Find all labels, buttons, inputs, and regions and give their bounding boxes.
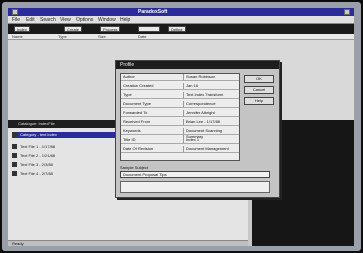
field-label: Title ID: [123, 137, 136, 142]
cancel-button[interactable]: Cancel: [244, 86, 274, 94]
field-value[interactable]: Correspondence: [183, 101, 216, 107]
field-label: Type: [123, 92, 132, 97]
list-item-name: Category - text index: [20, 132, 57, 137]
document-icon: [12, 162, 17, 168]
table-row[interactable]: Type Text Index Transform: [121, 92, 239, 99]
dialog-title-bar[interactable]: Profile: [116, 61, 279, 69]
table-row[interactable]: Title ID Index 1: [121, 137, 239, 144]
app-title: ParadoxSoft: [138, 9, 168, 15]
table-row[interactable]: Creation Created Jan 16: [121, 83, 239, 90]
column-type[interactable]: Type: [58, 34, 67, 39]
document-icon: [12, 144, 17, 150]
field-value[interactable]: Index 1: [183, 137, 199, 143]
menu-view[interactable]: View: [60, 17, 71, 23]
toolbar-create-button[interactable]: Create: [64, 26, 83, 32]
table-row[interactable]: Author Susan Robinson: [121, 74, 239, 81]
toolbar-index-button[interactable]: Index: [14, 26, 30, 32]
pane-header: Name Type Size Date: [8, 34, 354, 40]
field-label: Creation Created: [123, 83, 154, 88]
field-value[interactable]: Document Management: [183, 146, 229, 152]
field-label: Author: [123, 74, 135, 79]
field-value[interactable]: Jennifer Albright: [183, 110, 215, 116]
menu-edit[interactable]: Edit: [26, 17, 35, 23]
subject-label: Sample Subject: [120, 165, 149, 170]
list-item-name: Text File 4 - 2/7/88: [20, 171, 53, 176]
notes-textarea[interactable]: [120, 181, 270, 193]
table-row[interactable]: Received From Brian Lee - 1/17/88: [121, 119, 239, 126]
system-menu-icon[interactable]: [12, 9, 18, 15]
toolbar-blank-button[interactable]: [138, 26, 160, 32]
field-label: Document Type: [123, 101, 151, 106]
catalogue-title: Catalogue: IndexFile: [18, 121, 55, 126]
column-size[interactable]: Size: [98, 34, 106, 39]
table-row[interactable]: Keywords Document Scanning Summary: [121, 128, 239, 140]
list-item[interactable]: Category - text index: [12, 132, 132, 138]
menu-search[interactable]: Search: [40, 17, 56, 23]
table-row[interactable]: Forwarded To Jennifer Albright: [121, 110, 239, 117]
field-label: Date Of Revision: [123, 146, 154, 151]
field-label: Keywords: [123, 128, 141, 133]
toolbar: Index Create Process Define: [8, 24, 354, 34]
list-item-name: Text File 2 - 1/21/88: [20, 153, 56, 158]
list-item-name: Text File 1 - 1/17/88: [20, 144, 56, 149]
dialog-title: Profile: [120, 62, 135, 68]
help-button[interactable]: Help: [244, 97, 274, 105]
document-icon: [12, 171, 17, 177]
list-item[interactable]: Text File 4 - 2/7/88: [12, 171, 53, 177]
list-item[interactable]: Text File 3 - 2/3/88: [12, 162, 53, 168]
toolbar-define-button[interactable]: Define: [168, 26, 186, 32]
field-label: Forwarded To: [123, 110, 148, 115]
menu-help[interactable]: Help: [120, 17, 130, 23]
list-item-name: Text File 3 - 2/3/88: [20, 162, 53, 167]
column-date[interactable]: Date: [138, 34, 146, 39]
list-item[interactable]: Text File 1 - 1/17/88: [12, 144, 55, 150]
subject-input[interactable]: Document Proposal Tips: [120, 171, 270, 178]
profile-dialog: Profile Author Susan Robinson Creation Cr…: [115, 60, 280, 198]
list-item[interactable]: Text File 2 - 1/21/88: [12, 153, 55, 159]
menu-file[interactable]: File: [12, 17, 20, 23]
field-label: Received From: [123, 119, 151, 124]
document-icon: [12, 153, 17, 159]
menu-options[interactable]: Options: [76, 17, 93, 23]
profile-fields-table: Author Susan Robinson Creation Created Jan…: [120, 73, 240, 161]
status-bar: Ready: [8, 240, 248, 246]
table-row[interactable]: Date Of Revision Document Management: [121, 146, 239, 153]
maximize-icon[interactable]: [344, 9, 350, 15]
field-value[interactable]: Brian Lee - 1/17/88: [183, 119, 220, 125]
ok-button[interactable]: OK: [244, 75, 274, 83]
field-value[interactable]: Text Index Transform: [183, 92, 223, 98]
app-title-bar[interactable]: ParadoxSoft: [8, 8, 354, 16]
column-name[interactable]: Name: [12, 34, 23, 39]
field-value[interactable]: Susan Robinson: [183, 74, 215, 80]
field-value[interactable]: Jan 16: [183, 83, 198, 89]
menu-bar: File Edit Search View Options Window Hel…: [8, 16, 354, 24]
toolbar-process-button[interactable]: Process: [100, 26, 121, 32]
table-row[interactable]: Document Type Correspondence: [121, 101, 239, 108]
monitor-screen: ParadoxSoft File Edit Search View Option…: [2, 2, 361, 251]
menu-window[interactable]: Window: [98, 17, 116, 23]
document-icon: [12, 132, 17, 138]
